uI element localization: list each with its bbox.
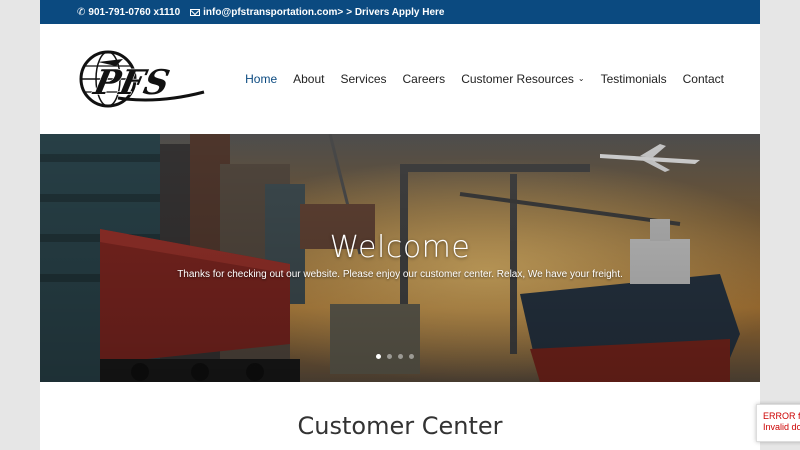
drivers-apply-link[interactable]: > Drivers Apply Here: [346, 7, 444, 18]
top-contact-bar: ✆ 901-791-0760 x1110 info@pfstransportat…: [40, 0, 760, 24]
email-link[interactable]: info@pfstransportation.com> > Drivers Ap…: [190, 6, 445, 18]
chevron-down-icon: ⌄: [577, 73, 585, 83]
slider-dot-2[interactable]: [387, 354, 392, 359]
hero-slider: Welcome Thanks for checking out our webs…: [40, 134, 760, 382]
mail-icon: [190, 8, 201, 16]
nav-contact[interactable]: Contact: [683, 72, 724, 86]
hero-subtitle: Thanks for checking out our website. Ple…: [177, 269, 623, 280]
phone-link[interactable]: ✆ 901-791-0760 x1110: [77, 7, 180, 18]
phone-icon: ✆: [77, 6, 86, 18]
nav-testimonials[interactable]: Testimonials: [601, 72, 667, 86]
recaptcha-error-badge[interactable]: ERROR fo Invalid do: [756, 404, 800, 442]
slider-dot-4[interactable]: [409, 354, 414, 359]
main-nav: Home About Services Careers Customer Res…: [229, 72, 724, 86]
hero-title: Welcome: [329, 230, 471, 265]
section-title: Customer Center: [297, 412, 503, 440]
recaptcha-error-line-1: ERROR fo: [763, 411, 800, 421]
phone-number: 901-791-0760 x1110: [88, 6, 181, 18]
nav-services[interactable]: Services: [340, 72, 386, 86]
nav-customer-resources-label: Customer Resources: [461, 72, 574, 86]
site-header: PFS Home About Services Careers Customer…: [40, 24, 760, 134]
page: ✆ 901-791-0760 x1110 info@pfstransportat…: [40, 0, 760, 450]
slider-dot-3[interactable]: [398, 354, 403, 359]
nav-customer-resources[interactable]: Customer Resources ⌄: [461, 72, 584, 86]
pfs-logo[interactable]: PFS: [78, 48, 208, 110]
nav-home[interactable]: Home: [245, 72, 277, 86]
nav-careers[interactable]: Careers: [403, 72, 446, 86]
nav-about[interactable]: About: [293, 72, 324, 86]
email-address: info@pfstransportation.com>: [203, 6, 344, 18]
recaptcha-error-line-2: Invalid do: [763, 422, 800, 432]
slider-pagination: [376, 354, 420, 359]
logo-text: PFS: [89, 63, 173, 103]
slider-dot-1[interactable]: [376, 354, 381, 359]
